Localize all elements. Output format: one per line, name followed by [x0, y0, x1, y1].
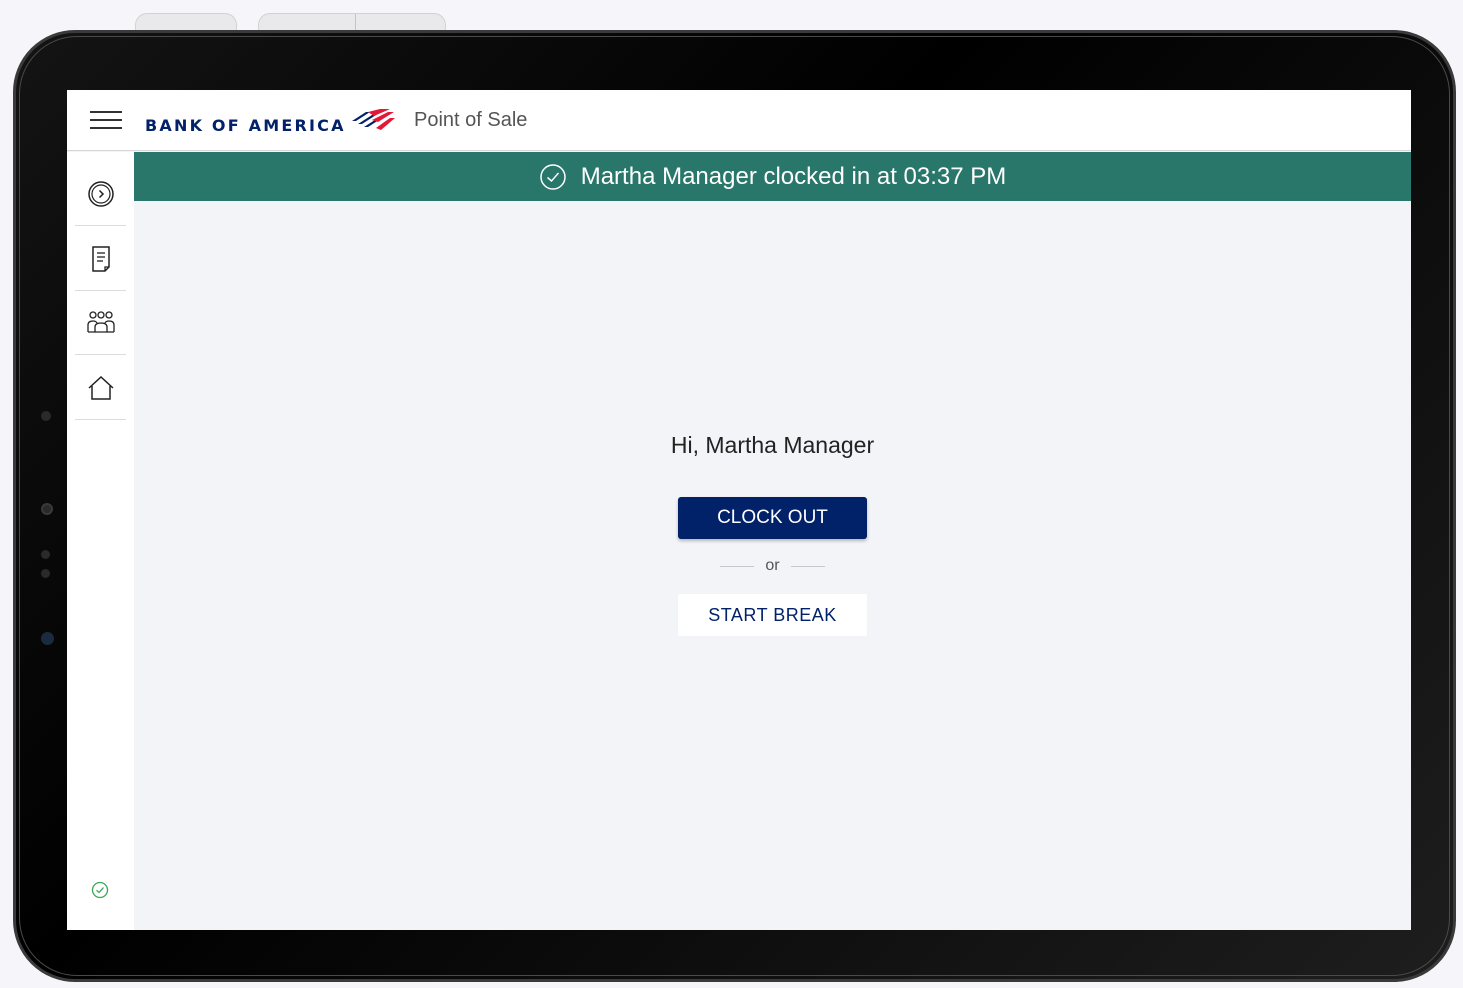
sidebar-item-clock[interactable]	[75, 162, 126, 226]
separator-text: or	[765, 557, 780, 574]
check-circle-icon	[539, 163, 566, 190]
sidebar-item-employees[interactable]	[75, 291, 126, 355]
sensor-dot	[41, 411, 51, 421]
brand-logo: BANK OF AMERICA	[145, 108, 396, 135]
camera-icon	[41, 503, 53, 515]
main-content: Hi, Martha Manager CLOCK OUT or START BR…	[134, 201, 1411, 930]
clock-in-banner: Martha Manager clocked in at 03:37 PM	[134, 152, 1411, 201]
start-break-button[interactable]: START BREAK	[678, 594, 867, 636]
greeting-text: Hi, Martha Manager	[670, 432, 875, 458]
clock-forward-icon	[87, 180, 114, 207]
flag-logo-icon	[351, 109, 395, 130]
clock-out-button[interactable]: CLOCK OUT	[678, 497, 867, 539]
people-icon	[86, 310, 115, 333]
home-icon	[87, 375, 114, 400]
separator-line	[790, 565, 825, 567]
sidebar-item-home[interactable]	[75, 356, 126, 420]
app-screen: BANK OF AMERICA Point of Sale Martha Man…	[67, 90, 1411, 930]
check-circle-icon	[91, 881, 109, 899]
app-title: Point of Sale	[414, 109, 528, 131]
receipt-icon	[91, 245, 110, 272]
sidebar-item-orders[interactable]	[75, 227, 126, 291]
camera-lens-icon	[41, 632, 54, 645]
brand-name: BANK OF AMERICA	[145, 115, 346, 135]
sensor-dot	[41, 569, 50, 578]
top-bar: BANK OF AMERICA Point of Sale	[67, 90, 1411, 151]
banner-message: Martha Manager clocked in at 03:37 PM	[580, 162, 1007, 190]
hamburger-menu-icon[interactable]	[90, 111, 122, 131]
separator-line	[720, 565, 754, 567]
sensor-dot	[41, 550, 50, 559]
sidebar	[67, 152, 134, 930]
or-separator: or	[720, 556, 825, 576]
